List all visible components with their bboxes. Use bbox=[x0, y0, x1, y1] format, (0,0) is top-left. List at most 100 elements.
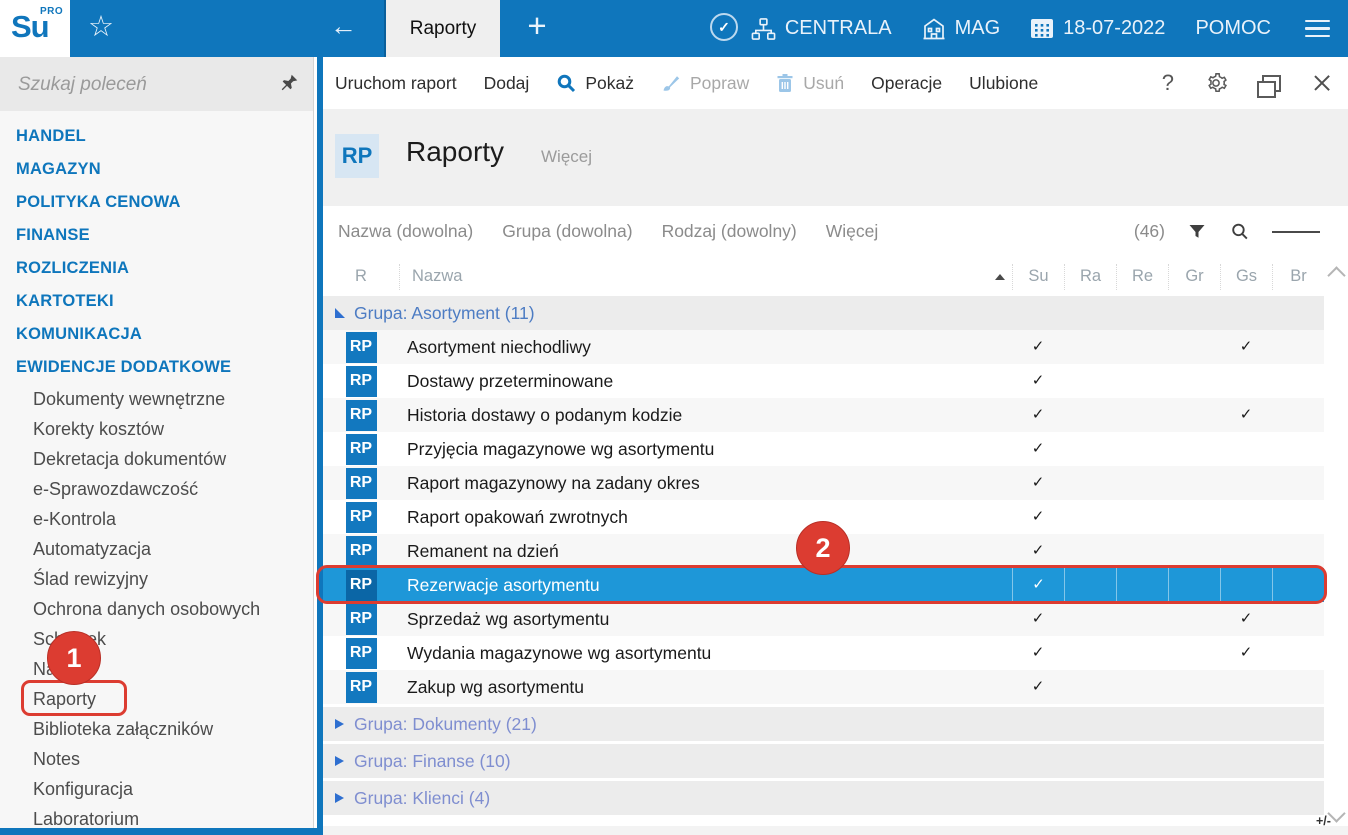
toolbar-pokaż-button[interactable]: Pokaż bbox=[556, 73, 634, 94]
group-row-asortyment[interactable]: Grupa: Asortyment (11) bbox=[323, 296, 1324, 330]
pin-icon[interactable] bbox=[280, 73, 299, 97]
title-more-link[interactable]: Więcej bbox=[541, 147, 592, 167]
column-header-r[interactable]: R bbox=[323, 264, 399, 290]
scroll-up-icon[interactable] bbox=[1327, 266, 1346, 285]
toolbar-usuń-button[interactable]: Usuń bbox=[776, 73, 844, 94]
group-collapsed-icon bbox=[335, 719, 344, 729]
table-row-asortyment-niechodliwy[interactable]: RP Asortyment niechodliwy ✓ ✓ bbox=[323, 330, 1324, 364]
cascade-windows-icon[interactable] bbox=[1257, 74, 1281, 98]
toolbar-uruchom-raport-button[interactable]: Uruchom raport bbox=[335, 73, 457, 94]
sidebar-item-automatyzacja[interactable]: Automatyzacja bbox=[0, 534, 313, 564]
check-su: ✓ bbox=[1031, 474, 1045, 491]
sidebar-item-dokumenty-wewnętrzne[interactable]: Dokumenty wewnętrzne bbox=[0, 384, 313, 414]
sidebar-item-konfiguracja[interactable]: Konfiguracja bbox=[0, 774, 313, 804]
toolbar-ulubione-button[interactable]: Ulubione bbox=[969, 73, 1038, 94]
column-header-nazwa[interactable]: Nazwa bbox=[399, 263, 1012, 290]
column-header-su[interactable]: Su bbox=[1012, 263, 1064, 290]
filter-funnel-icon[interactable] bbox=[1187, 222, 1207, 242]
back-arrow-icon[interactable]: ← bbox=[330, 11, 357, 42]
table-row-zakup-wg-asortymentu[interactable]: RP Zakup wg asortymentu ✓ bbox=[323, 670, 1324, 704]
sidebar-item-ślad-rewizyjny[interactable]: Ślad rewizyjny bbox=[0, 564, 313, 594]
sidebar-item-biblioteka-załączników[interactable]: Biblioteka załączników bbox=[0, 714, 313, 744]
toolbar-label: Uruchom raport bbox=[335, 72, 457, 93]
check-br bbox=[1272, 636, 1324, 670]
sidebar-item-dekretacja-dokumentów[interactable]: Dekretacja dokumentów bbox=[0, 444, 313, 474]
report-icon: RP bbox=[345, 501, 377, 533]
filter-więcej[interactable]: Więcej bbox=[826, 221, 879, 242]
report-name: Sprzedaż wg asortymentu bbox=[407, 608, 610, 629]
settings-gear-icon[interactable] bbox=[1205, 72, 1227, 94]
tab-raporty[interactable]: Raporty bbox=[384, 0, 500, 57]
sidebar-item-schowek[interactable]: Schowek bbox=[0, 624, 313, 654]
warehouse-icon bbox=[922, 17, 946, 41]
sidebar-item-komunikacja[interactable]: KOMUNIKACJA bbox=[0, 318, 313, 351]
new-tab-button[interactable]: + bbox=[515, 7, 559, 45]
column-header-br[interactable]: Br bbox=[1272, 263, 1324, 290]
column-header-gs[interactable]: Gs bbox=[1220, 263, 1272, 290]
report-name: Historia dostawy o podanym kodzie bbox=[407, 404, 683, 425]
check-gs: ✓ bbox=[1239, 406, 1253, 423]
table-row-sprzedaż-wg-asortymentu[interactable]: RP Sprzedaż wg asortymentu ✓ ✓ bbox=[323, 602, 1324, 636]
sidebar-item-handel[interactable]: HANDEL bbox=[0, 120, 313, 153]
filter-rodzaj-dowolny[interactable]: Rodzaj (dowolny) bbox=[662, 221, 797, 242]
table-row-historia-dostawy-o-podanym-kodzie[interactable]: RP Historia dostawy o podanym kodzie ✓ ✓ bbox=[323, 398, 1324, 432]
filter-grupa-dowolna[interactable]: Grupa (dowolna) bbox=[502, 221, 632, 242]
column-header-ra[interactable]: Ra bbox=[1064, 263, 1116, 290]
main-panel: Uruchom raport Dodaj Pokaż Popraw Usuń Operac… bbox=[323, 57, 1348, 835]
group-label: Grupa: Klienci (4) bbox=[354, 787, 491, 808]
favorites-star-icon[interactable]: ☆ bbox=[88, 9, 114, 44]
zoom-indicator: +/- bbox=[1316, 814, 1331, 828]
check-re bbox=[1116, 602, 1168, 636]
group-row-grupa-klienci-4[interactable]: Grupa: Klienci (4) bbox=[323, 781, 1324, 815]
toolbar-dodaj-button[interactable]: Dodaj bbox=[484, 73, 530, 94]
group-row-grupa-dokumenty-21[interactable]: Grupa: Dokumenty (21) bbox=[323, 707, 1324, 741]
column-header-re[interactable]: Re bbox=[1116, 263, 1168, 290]
check-gr bbox=[1168, 636, 1220, 670]
help-button[interactable]: ? bbox=[1162, 70, 1174, 96]
close-icon[interactable] bbox=[1312, 73, 1332, 93]
annotation-badge-2: 2 bbox=[796, 521, 850, 575]
column-header-gr[interactable]: Gr bbox=[1168, 263, 1220, 290]
check-su: ✓ bbox=[1031, 406, 1045, 423]
toolbar-label: Pokaż bbox=[585, 72, 634, 93]
sidebar-item-ochrona-danych-osobowych[interactable]: Ochrona danych osobowych bbox=[0, 594, 313, 624]
sidebar-item-notes[interactable]: Notes bbox=[0, 744, 313, 774]
toolbar-label: Operacje bbox=[871, 72, 943, 93]
toolbar-operacje-button[interactable]: Operacje bbox=[871, 73, 942, 94]
sidebar: HANDELMAGAZYNPOLITYKA CENOWAFINANSEROZLI… bbox=[0, 57, 314, 835]
sidebar-item-magazyn[interactable]: MAGAZYN bbox=[0, 153, 313, 186]
sidebar-item-kartoteki[interactable]: KARTOTEKI bbox=[0, 285, 313, 318]
table-row-raport-magazynowy-na-zadany-okres[interactable]: RP Raport magazynowy na zadany okres ✓ bbox=[323, 466, 1324, 500]
help-menu[interactable]: POMOC bbox=[1195, 17, 1271, 40]
table-row-przyjęcia-magazynowe-wg-asortymentu[interactable]: RP Przyjęcia magazynowe wg asortymentu ✓ bbox=[323, 432, 1324, 466]
search-input[interactable] bbox=[16, 69, 270, 101]
report-icon: RP bbox=[345, 603, 377, 635]
table-row-dostawy-przeterminowane[interactable]: RP Dostawy przeterminowane ✓ bbox=[323, 364, 1324, 398]
company-selector[interactable]: CENTRALA bbox=[751, 17, 892, 41]
sidebar-item-ewidencje-dodatkowe[interactable]: EWIDENCJE DODATKOWE bbox=[0, 351, 313, 384]
group-row-grupa-finanse-10[interactable]: Grupa: Finanse (10) bbox=[323, 744, 1324, 778]
list-menu-icon[interactable] bbox=[1272, 228, 1320, 236]
date-selector[interactable]: 18-07-2022 bbox=[1030, 17, 1165, 40]
sort-ascending-icon bbox=[995, 273, 1005, 280]
current-date: 18-07-2022 bbox=[1063, 17, 1166, 39]
vertical-scrollbar[interactable] bbox=[1324, 257, 1348, 835]
sidebar-item-e-sprawozdawczość[interactable]: e-Sprawozdawczość bbox=[0, 474, 313, 504]
sidebar-item-korekty-kosztów[interactable]: Korekty kosztów bbox=[0, 414, 313, 444]
check-re bbox=[1116, 636, 1168, 670]
filter-nazwa-dowolna[interactable]: Nazwa (dowolna) bbox=[338, 221, 473, 242]
report-name: Raport opakowań zwrotnych bbox=[407, 506, 628, 527]
main-menu-icon[interactable] bbox=[1305, 15, 1330, 43]
check-circle-icon[interactable]: ✓ bbox=[710, 13, 738, 41]
table-row-wydania-magazynowe-wg-asortymentu[interactable]: RP Wydania magazynowe wg asortymentu ✓ ✓ bbox=[323, 636, 1324, 670]
toolbar-popraw-button[interactable]: Popraw bbox=[661, 73, 749, 94]
check-gs: ✓ bbox=[1239, 644, 1253, 661]
sidebar-item-rozliczenia[interactable]: ROZLICZENIA bbox=[0, 252, 313, 285]
search-list-icon[interactable] bbox=[1229, 221, 1250, 242]
sidebar-item-e-kontrola[interactable]: e-Kontrola bbox=[0, 504, 313, 534]
report-name: Raport magazynowy na zadany okres bbox=[407, 472, 700, 493]
warehouse-selector[interactable]: MAG bbox=[922, 17, 1000, 41]
sidebar-item-polityka-cenowa[interactable]: POLITYKA CENOWA bbox=[0, 186, 313, 219]
sidebar-item-finanse[interactable]: FINANSE bbox=[0, 219, 313, 252]
check-re bbox=[1116, 364, 1168, 398]
